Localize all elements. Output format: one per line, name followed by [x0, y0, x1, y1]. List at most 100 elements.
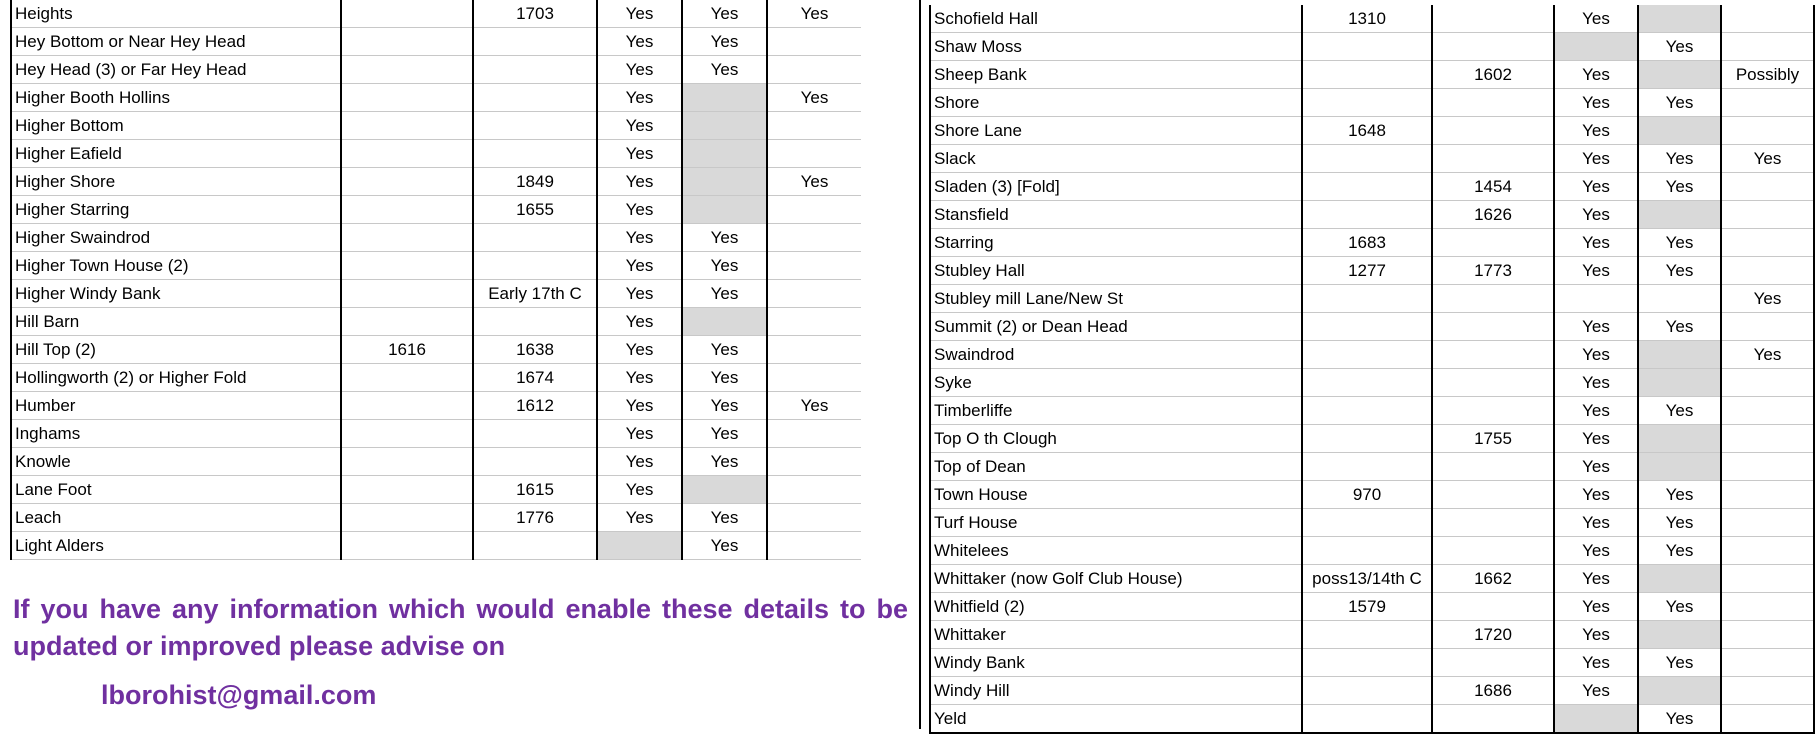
- contact-email[interactable]: lborohist@gmail.com: [101, 678, 376, 712]
- value-cell: Yes: [681, 531, 767, 560]
- value-cell: Yes: [766, 167, 861, 196]
- value-cell: 1616: [340, 335, 473, 364]
- value-cell: 1703: [472, 0, 597, 28]
- value-cell: [1553, 284, 1638, 313]
- value-cell: [340, 447, 473, 476]
- value-cell: [340, 195, 473, 224]
- value-cell: Yes: [596, 279, 682, 308]
- value-cell: [1637, 340, 1721, 369]
- value-cell: [681, 195, 767, 224]
- value-cell: [1720, 312, 1815, 341]
- value-cell: [472, 55, 597, 84]
- value-cell: 1776: [472, 503, 597, 532]
- property-name-cell: Inghams: [10, 419, 341, 448]
- property-name-cell: Higher Swaindrod: [10, 223, 341, 252]
- value-cell: Yes: [1637, 508, 1721, 537]
- value-cell: [1431, 116, 1554, 145]
- value-cell: [1301, 144, 1432, 173]
- value-cell: Yes: [766, 83, 861, 112]
- value-cell: [340, 391, 473, 420]
- table-row: Humber 1612 Yes Yes Yes: [10, 391, 861, 420]
- property-name-cell: Light Alders: [10, 531, 341, 560]
- property-name-cell: Windy Hill: [929, 676, 1302, 705]
- value-cell: [1431, 508, 1554, 537]
- value-cell: [1637, 452, 1721, 481]
- value-cell: Yes: [596, 391, 682, 420]
- right-table-panel: Schofield Hall 1310 Yes Shaw Moss Yes Sheep B…: [919, 0, 1819, 734]
- table-row: Higher Shore 1849 Yes Yes: [10, 167, 861, 196]
- value-cell: [340, 363, 473, 392]
- value-cell: [472, 419, 597, 448]
- value-cell: [1301, 620, 1432, 649]
- property-name-cell: Heights: [10, 0, 341, 28]
- property-name-cell: Stubley mill Lane/New St: [929, 284, 1302, 313]
- table-row: Turf House Yes Yes: [929, 508, 1815, 537]
- value-cell: Yes: [596, 251, 682, 280]
- value-cell: [1637, 368, 1721, 397]
- table-row: Hollingworth (2) or Higher Fold 1674 Yes Ye…: [10, 363, 861, 392]
- value-cell: [681, 307, 767, 336]
- value-cell: [1637, 424, 1721, 453]
- value-cell: [1431, 228, 1554, 257]
- value-cell: [340, 83, 473, 112]
- value-cell: [1431, 396, 1554, 425]
- value-cell: 1849: [472, 167, 597, 196]
- value-cell: Yes: [681, 447, 767, 476]
- info-request-notice: If you have any information which would …: [13, 594, 908, 661]
- property-name-cell: Sladen (3) [Fold]: [929, 172, 1302, 201]
- table-row: Higher Eafield Yes: [10, 139, 861, 168]
- value-cell: [1301, 508, 1432, 537]
- value-cell: [1301, 648, 1432, 677]
- value-cell: [1720, 116, 1815, 145]
- property-name-cell: Whitfield (2): [929, 592, 1302, 621]
- value-cell: [1720, 32, 1815, 61]
- table-row: Higher Town House (2) Yes Yes: [10, 251, 861, 280]
- value-cell: 1602: [1431, 60, 1554, 89]
- table-row: Summit (2) or Dean Head Yes Yes: [929, 312, 1815, 341]
- value-cell: Yes: [1637, 592, 1721, 621]
- table-row: Hill Top (2) 1616 1638 Yes Yes: [10, 335, 861, 364]
- value-cell: Yes: [596, 111, 682, 140]
- value-cell: Yes: [1637, 172, 1721, 201]
- value-cell: Yes: [681, 419, 767, 448]
- value-cell: [340, 0, 473, 28]
- value-cell: [766, 139, 861, 168]
- property-name-cell: Shore Lane: [929, 116, 1302, 145]
- value-cell: [1431, 284, 1554, 313]
- value-cell: [1301, 200, 1432, 229]
- table-row: Knowle Yes Yes: [10, 447, 861, 476]
- value-cell: [1431, 5, 1554, 33]
- value-cell: 1579: [1301, 592, 1432, 621]
- value-cell: Yes: [1553, 172, 1638, 201]
- value-cell: 1615: [472, 475, 597, 504]
- value-cell: [1637, 60, 1721, 89]
- table-row: Shore Yes Yes: [929, 88, 1815, 117]
- value-cell: Yes: [596, 139, 682, 168]
- value-cell: [340, 475, 473, 504]
- table-row: Sheep Bank 1602 Yes Possibly: [929, 60, 1815, 89]
- table-row: Windy Hill 1686 Yes: [929, 676, 1815, 705]
- value-cell: Yes: [596, 223, 682, 252]
- value-cell: [340, 307, 473, 336]
- property-name-cell: Town House: [929, 480, 1302, 509]
- property-name-cell: Humber: [10, 391, 341, 420]
- value-cell: [1720, 676, 1815, 705]
- value-cell: [1431, 312, 1554, 341]
- property-name-cell: Hollingworth (2) or Higher Fold: [10, 363, 341, 392]
- value-cell: [1720, 396, 1815, 425]
- value-cell: [340, 139, 473, 168]
- value-cell: [1431, 592, 1554, 621]
- value-cell: Yes: [1553, 676, 1638, 705]
- value-cell: [1637, 200, 1721, 229]
- value-cell: [1720, 172, 1815, 201]
- value-cell: [766, 27, 861, 56]
- table-row: Shore Lane 1648 Yes: [929, 116, 1815, 145]
- value-cell: [1720, 228, 1815, 257]
- value-cell: Yes: [596, 475, 682, 504]
- value-cell: Yes: [766, 0, 861, 28]
- table-row: Syke Yes: [929, 368, 1815, 397]
- table-row: Leach 1776 Yes Yes: [10, 503, 861, 532]
- property-name-cell: Top O th Clough: [929, 424, 1302, 453]
- value-cell: Yes: [596, 335, 682, 364]
- value-cell: [766, 223, 861, 252]
